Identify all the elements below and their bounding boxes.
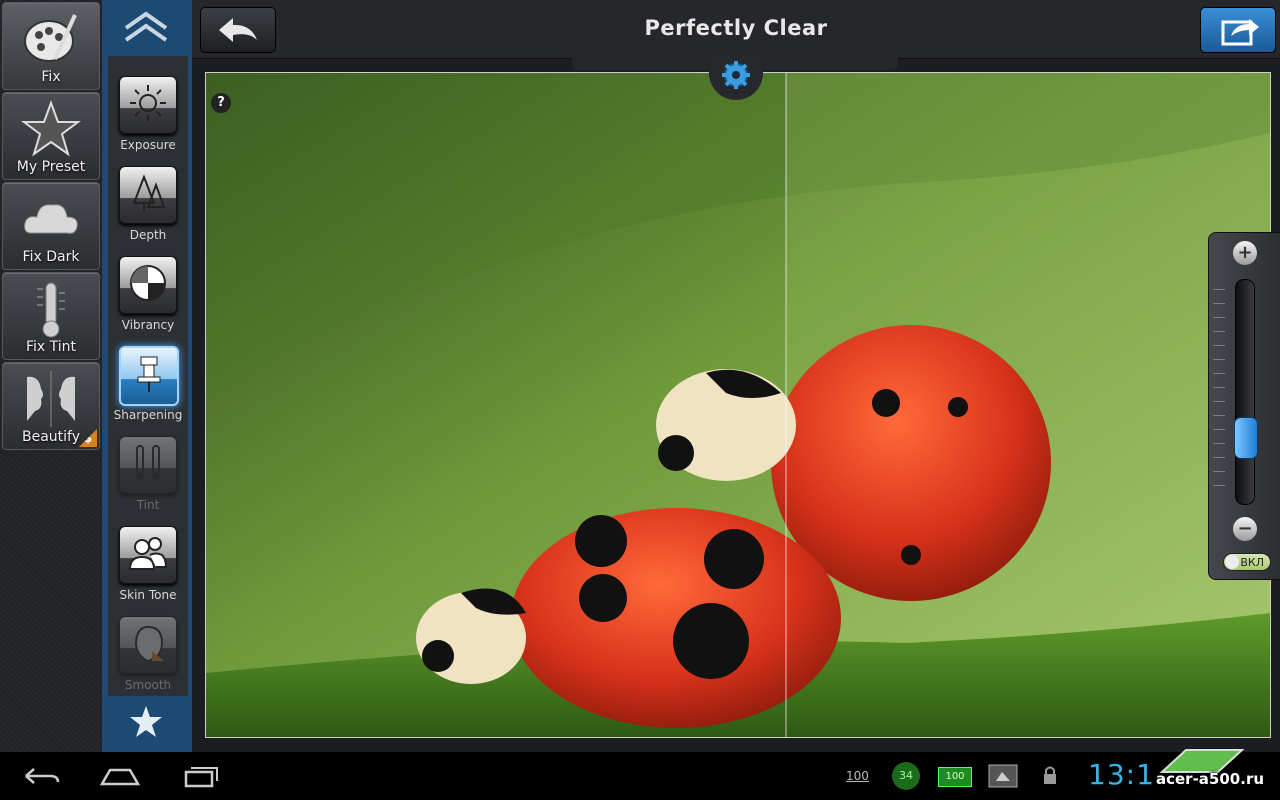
gear-icon (722, 61, 750, 89)
skin-tone-button[interactable] (119, 526, 177, 584)
pin-icon (137, 356, 161, 392)
preset-label: Fix (41, 69, 61, 85)
face-smooth-icon (134, 625, 164, 663)
tool-list: Exposure Depth Vibrancy Sharpening Tint … (108, 56, 188, 696)
sun-icon (130, 85, 166, 121)
home-icon[interactable] (98, 762, 142, 790)
increase-button[interactable]: + (1233, 241, 1257, 265)
depth-button[interactable] (119, 166, 177, 224)
people-icon (128, 537, 168, 570)
preset-my-preset[interactable]: My Preset (2, 92, 100, 180)
tool-depth[interactable]: Depth (108, 160, 188, 250)
tool-vibrancy[interactable]: Vibrancy (108, 250, 188, 340)
tool-label: Vibrancy (121, 318, 175, 332)
tint-button[interactable] (119, 436, 177, 494)
signal-status: 100 (846, 769, 869, 783)
slider-thumb[interactable] (1234, 417, 1258, 459)
preset-sidebar: Fix My Preset Fix Dark Fix Tint Beautify… (0, 0, 102, 752)
faces-icon (27, 371, 75, 427)
before-after-divider[interactable] (785, 73, 787, 737)
thermometers-icon (136, 445, 160, 481)
share-button[interactable] (1200, 7, 1276, 53)
color-wheel-icon (130, 265, 166, 301)
strength-slider-panel: + − ВКЛ (1208, 232, 1280, 580)
notification-badge[interactable]: 34 (892, 762, 920, 790)
tool-label: Sharpening (113, 408, 183, 422)
tool-column: Exposure Depth Vibrancy Sharpening Tint … (102, 0, 192, 752)
chevron-up-icon[interactable] (120, 6, 172, 46)
help-icon[interactable]: ? (211, 93, 231, 113)
top-bar: Perfectly Clear (192, 0, 1280, 70)
strength-slider[interactable] (1235, 279, 1255, 505)
photo-preview[interactable]: ? (205, 72, 1271, 738)
sharpening-button[interactable] (119, 346, 179, 406)
preset-label: Fix Tint (25, 339, 77, 355)
tool-label: Exposure (120, 138, 176, 152)
preset-beautify[interactable]: Beautify $ (2, 362, 100, 450)
preset-fix-dark[interactable]: Fix Dark (2, 182, 100, 270)
tool-label: Skin Tone (119, 588, 177, 602)
tool-smooth[interactable]: Smooth (108, 610, 188, 700)
vibrancy-button[interactable] (119, 256, 177, 314)
share-icon (1221, 19, 1259, 46)
palette-icon (24, 14, 77, 62)
preset-fix[interactable]: Fix (2, 2, 100, 90)
site-watermark: acer-a500.ru (1150, 746, 1276, 794)
lock-icon (1044, 766, 1056, 784)
slider-ticks (1213, 289, 1225, 489)
screenshot-icon[interactable] (988, 764, 1018, 788)
ladybugs-photo (206, 73, 1270, 737)
thermometer-icon (37, 282, 65, 338)
preset-fix-tint[interactable]: Fix Tint (2, 272, 100, 360)
app-title: Perfectly Clear (644, 16, 828, 40)
tool-exposure[interactable]: Exposure (108, 70, 188, 160)
decrease-button[interactable]: − (1233, 517, 1257, 541)
tool-sharpening[interactable]: Sharpening (108, 340, 188, 430)
clock: 13:1 (1088, 758, 1155, 791)
tool-label: Depth (129, 228, 167, 242)
star-icon[interactable] (128, 704, 164, 740)
exposure-button[interactable] (119, 76, 177, 134)
tool-label: Tint (136, 498, 160, 512)
watermark-text: acer-a500.ru (1156, 770, 1265, 788)
cloud-icon (24, 204, 78, 234)
back-icon[interactable] (20, 762, 64, 790)
tool-skin-tone[interactable]: Skin Tone (108, 520, 188, 610)
smooth-button[interactable] (119, 616, 177, 674)
battery-indicator: 100 (938, 767, 972, 787)
effect-toggle[interactable]: ВКЛ (1223, 553, 1271, 571)
system-navigation-bar: 100 34 100 13:1 (0, 752, 1280, 800)
trees-icon (132, 174, 166, 211)
recent-apps-icon[interactable] (178, 762, 222, 790)
preset-label: Fix Dark (22, 249, 80, 265)
tool-label: Smooth (124, 678, 172, 692)
tool-tint[interactable]: Tint (108, 430, 188, 520)
star-icon (21, 100, 81, 157)
preset-label: My Preset (16, 159, 86, 175)
